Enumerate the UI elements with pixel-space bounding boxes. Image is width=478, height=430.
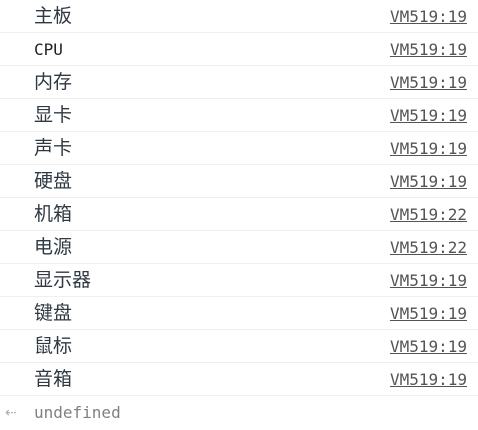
- log-message: 声卡: [34, 137, 73, 159]
- log-row: CPU VM519:19: [0, 33, 478, 66]
- log-source-link[interactable]: VM519:19: [390, 165, 467, 198]
- log-row: 键盘 VM519:19: [0, 297, 478, 330]
- log-message: 电源: [34, 236, 73, 258]
- result-arrow-icon: ⇠: [5, 405, 17, 421]
- log-message: 硬盘: [34, 170, 73, 192]
- log-row: 机箱 VM519:22: [0, 198, 478, 231]
- log-row: 硬盘 VM519:19: [0, 165, 478, 198]
- log-source-link[interactable]: VM519:22: [390, 231, 467, 264]
- log-message: 鼠标: [34, 335, 73, 357]
- log-message: 音箱: [34, 368, 73, 390]
- log-message: 键盘: [34, 302, 73, 324]
- log-source-link[interactable]: VM519:19: [390, 297, 467, 330]
- log-source-link[interactable]: VM519:19: [390, 0, 467, 33]
- log-source-link[interactable]: VM519:19: [390, 132, 467, 165]
- log-message: 主板: [34, 5, 73, 27]
- log-row: 电源 VM519:22: [0, 231, 478, 264]
- log-source-link[interactable]: VM519:19: [390, 363, 467, 396]
- log-row: 鼠标 VM519:19: [0, 330, 478, 363]
- log-row: 声卡 VM519:19: [0, 132, 478, 165]
- console-panel: 主板 VM519:19 CPU VM519:19 内存 VM519:19 显卡 …: [0, 0, 478, 430]
- log-source-link[interactable]: VM519:22: [390, 198, 467, 231]
- log-message: 显示器: [34, 269, 92, 291]
- log-source-link[interactable]: VM519:19: [390, 33, 467, 66]
- log-row: 主板 VM519:19: [0, 0, 478, 33]
- log-row: 显示器 VM519:19: [0, 264, 478, 297]
- log-source-link[interactable]: VM519:19: [390, 264, 467, 297]
- console-log-list: 主板 VM519:19 CPU VM519:19 内存 VM519:19 显卡 …: [0, 0, 478, 396]
- log-message: CPU: [34, 40, 63, 59]
- log-row: 音箱 VM519:19: [0, 363, 478, 396]
- log-row: 显卡 VM519:19: [0, 99, 478, 132]
- log-message: 显卡: [34, 104, 73, 126]
- log-source-link[interactable]: VM519:19: [390, 330, 467, 363]
- console-result-row: ⇠ undefined: [0, 396, 478, 430]
- log-source-link[interactable]: VM519:19: [390, 99, 467, 132]
- log-message: 内存: [34, 71, 73, 93]
- log-source-link[interactable]: VM519:19: [390, 66, 467, 99]
- log-message: 机箱: [34, 203, 73, 225]
- result-value: undefined: [34, 403, 121, 422]
- log-row: 内存 VM519:19: [0, 66, 478, 99]
